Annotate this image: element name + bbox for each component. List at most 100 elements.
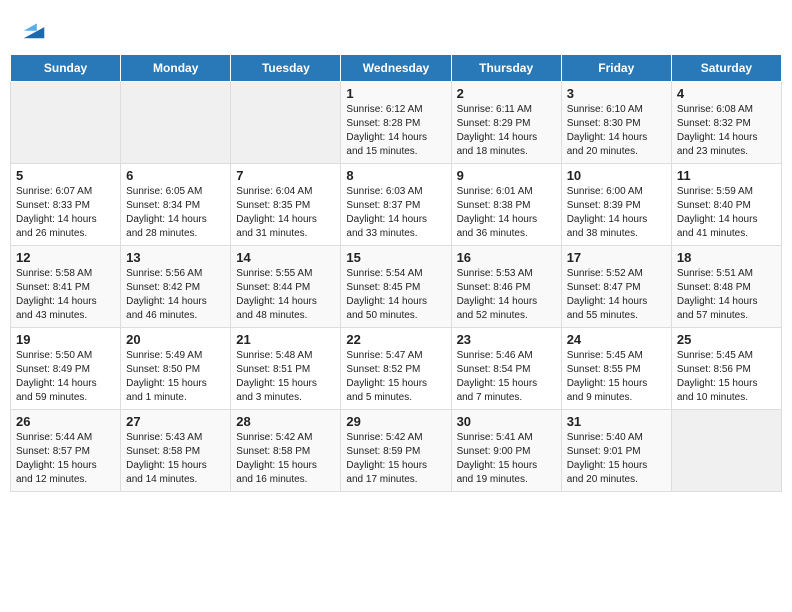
day-number: 4: [677, 86, 776, 101]
day-number: 9: [457, 168, 556, 183]
day-number: 5: [16, 168, 115, 183]
calendar-cell: 16 Sunrise: 5:53 AM Sunset: 8:46 PM Dayli…: [451, 246, 561, 328]
day-info: Sunrise: 6:12 AM Sunset: 8:28 PM Dayligh…: [346, 103, 445, 159]
page-header: [10, 10, 782, 46]
calendar-cell: 24Sunrise: 5:45 AM Sunset: 8:55 PM Dayli…: [561, 328, 671, 410]
day-number: 12: [16, 250, 115, 265]
day-info: Sunrise: 5:43 AM Sunset: 8:58 PM Dayligh…: [126, 431, 225, 487]
calendar-cell: 19 Sunrise: 5:50 AM Sunset: 8:49 PM Dayli…: [11, 328, 121, 410]
day-number: 13: [126, 250, 225, 265]
day-info: Sunrise: 6:00 AM Sunset: 8:39 PM Dayligh…: [567, 185, 666, 241]
day-info: Sunrise: 5:42 AM Sunset: 8:58 PM Dayligh…: [236, 431, 335, 487]
calendar-cell: 10Sunrise: 6:00 AM Sunset: 8:39 PM Dayli…: [561, 164, 671, 246]
day-header-thursday: Thursday: [451, 55, 561, 82]
day-info: Sunrise: 5:50 AM Sunset: 8:49 PM Dayligh…: [16, 349, 115, 405]
day-info: Sunrise: 6:05 AM Sunset: 8:34 PM Dayligh…: [126, 185, 225, 241]
day-number: 19: [16, 332, 115, 347]
calendar-cell: 13 Sunrise: 5:56 AM Sunset: 8:42 PM Dayli…: [121, 246, 231, 328]
day-info: Sunrise: 5:42 AM Sunset: 8:59 PM Dayligh…: [346, 431, 445, 487]
day-header-saturday: Saturday: [671, 55, 781, 82]
day-info: Sunrise: 5:44 AM Sunset: 8:57 PM Dayligh…: [16, 431, 115, 487]
day-info: Sunrise: 5:45 AM Sunset: 8:55 PM Dayligh…: [567, 349, 666, 405]
calendar-cell: 22Sunrise: 5:47 AM Sunset: 8:52 PM Dayli…: [341, 328, 451, 410]
day-number: 29: [346, 414, 445, 429]
day-info: Sunrise: 5:56 AM Sunset: 8:42 PM Dayligh…: [126, 267, 225, 323]
day-info: Sunrise: 6:07 AM Sunset: 8:33 PM Dayligh…: [16, 185, 115, 241]
logo: [18, 14, 48, 42]
calendar-cell: 8 Sunrise: 6:03 AM Sunset: 8:37 PM Daylig…: [341, 164, 451, 246]
day-info: Sunrise: 6:08 AM Sunset: 8:32 PM Dayligh…: [677, 103, 776, 159]
day-info: Sunrise: 5:49 AM Sunset: 8:50 PM Dayligh…: [126, 349, 225, 405]
calendar-cell: 27 Sunrise: 5:43 AM Sunset: 8:58 PM Dayli…: [121, 410, 231, 492]
day-info: Sunrise: 5:53 AM Sunset: 8:46 PM Dayligh…: [457, 267, 556, 323]
calendar-cell: 31Sunrise: 5:40 AM Sunset: 9:01 PM Dayli…: [561, 410, 671, 492]
day-header-monday: Monday: [121, 55, 231, 82]
calendar-cell: 11 Sunrise: 5:59 AM Sunset: 8:40 PM Dayli…: [671, 164, 781, 246]
day-header-friday: Friday: [561, 55, 671, 82]
day-number: 16: [457, 250, 556, 265]
day-info: Sunrise: 5:46 AM Sunset: 8:54 PM Dayligh…: [457, 349, 556, 405]
day-info: Sunrise: 6:04 AM Sunset: 8:35 PM Dayligh…: [236, 185, 335, 241]
day-number: 1: [346, 86, 445, 101]
day-number: 8: [346, 168, 445, 183]
calendar-cell: 29 Sunrise: 5:42 AM Sunset: 8:59 PM Dayli…: [341, 410, 451, 492]
calendar-cell: 3Sunrise: 6:10 AM Sunset: 8:30 PM Daylig…: [561, 82, 671, 164]
calendar-cell: 28 Sunrise: 5:42 AM Sunset: 8:58 PM Dayli…: [231, 410, 341, 492]
calendar-week-5: 26 Sunrise: 5:44 AM Sunset: 8:57 PM Dayli…: [11, 410, 782, 492]
day-info: Sunrise: 5:47 AM Sunset: 8:52 PM Dayligh…: [346, 349, 445, 405]
day-number: 26: [16, 414, 115, 429]
day-number: 2: [457, 86, 556, 101]
day-info: Sunrise: 5:51 AM Sunset: 8:48 PM Dayligh…: [677, 267, 776, 323]
calendar-cell: [121, 82, 231, 164]
day-number: 15: [346, 250, 445, 265]
day-info: Sunrise: 6:10 AM Sunset: 8:30 PM Dayligh…: [567, 103, 666, 159]
day-header-tuesday: Tuesday: [231, 55, 341, 82]
calendar-week-1: 1 Sunrise: 6:12 AM Sunset: 8:28 PM Daylig…: [11, 82, 782, 164]
day-info: Sunrise: 5:52 AM Sunset: 8:47 PM Dayligh…: [567, 267, 666, 323]
day-info: Sunrise: 6:01 AM Sunset: 8:38 PM Dayligh…: [457, 185, 556, 241]
day-info: Sunrise: 5:45 AM Sunset: 8:56 PM Dayligh…: [677, 349, 776, 405]
calendar-cell: 20 Sunrise: 5:49 AM Sunset: 8:50 PM Dayli…: [121, 328, 231, 410]
calendar-week-3: 12 Sunrise: 5:58 AM Sunset: 8:41 PM Dayli…: [11, 246, 782, 328]
calendar-cell: 23Sunrise: 5:46 AM Sunset: 8:54 PM Dayli…: [451, 328, 561, 410]
calendar-cell: 5 Sunrise: 6:07 AM Sunset: 8:33 PM Daylig…: [11, 164, 121, 246]
calendar-cell: 9 Sunrise: 6:01 AM Sunset: 8:38 PM Daylig…: [451, 164, 561, 246]
calendar-cell: 1 Sunrise: 6:12 AM Sunset: 8:28 PM Daylig…: [341, 82, 451, 164]
day-number: 11: [677, 168, 776, 183]
day-info: Sunrise: 5:55 AM Sunset: 8:44 PM Dayligh…: [236, 267, 335, 323]
day-number: 14: [236, 250, 335, 265]
day-header-wednesday: Wednesday: [341, 55, 451, 82]
day-info: Sunrise: 5:41 AM Sunset: 9:00 PM Dayligh…: [457, 431, 556, 487]
calendar-table: SundayMondayTuesdayWednesdayThursdayFrid…: [10, 54, 782, 492]
days-header-row: SundayMondayTuesdayWednesdayThursdayFrid…: [11, 55, 782, 82]
calendar-cell: 6 Sunrise: 6:05 AM Sunset: 8:34 PM Daylig…: [121, 164, 231, 246]
calendar-week-4: 19 Sunrise: 5:50 AM Sunset: 8:49 PM Dayli…: [11, 328, 782, 410]
day-number: 7: [236, 168, 335, 183]
day-info: Sunrise: 5:40 AM Sunset: 9:01 PM Dayligh…: [567, 431, 666, 487]
calendar-cell: 15 Sunrise: 5:54 AM Sunset: 8:45 PM Dayli…: [341, 246, 451, 328]
calendar-cell: 14 Sunrise: 5:55 AM Sunset: 8:44 PM Dayli…: [231, 246, 341, 328]
day-number: 6: [126, 168, 225, 183]
day-info: Sunrise: 5:58 AM Sunset: 8:41 PM Dayligh…: [16, 267, 115, 323]
day-number: 28: [236, 414, 335, 429]
day-info: Sunrise: 6:03 AM Sunset: 8:37 PM Dayligh…: [346, 185, 445, 241]
calendar-cell: 12 Sunrise: 5:58 AM Sunset: 8:41 PM Dayli…: [11, 246, 121, 328]
calendar-cell: [11, 82, 121, 164]
day-number: 17: [567, 250, 666, 265]
calendar-cell: 18Sunrise: 5:51 AM Sunset: 8:48 PM Dayli…: [671, 246, 781, 328]
calendar-cell: [671, 410, 781, 492]
day-number: 20: [126, 332, 225, 347]
calendar-cell: 30 Sunrise: 5:41 AM Sunset: 9:00 PM Dayli…: [451, 410, 561, 492]
day-info: Sunrise: 5:54 AM Sunset: 8:45 PM Dayligh…: [346, 267, 445, 323]
calendar-cell: 25Sunrise: 5:45 AM Sunset: 8:56 PM Dayli…: [671, 328, 781, 410]
day-number: 27: [126, 414, 225, 429]
logo-icon: [20, 14, 48, 42]
day-number: 30: [457, 414, 556, 429]
day-info: Sunrise: 5:59 AM Sunset: 8:40 PM Dayligh…: [677, 185, 776, 241]
day-header-sunday: Sunday: [11, 55, 121, 82]
calendar-cell: 4 Sunrise: 6:08 AM Sunset: 8:32 PM Daylig…: [671, 82, 781, 164]
calendar-cell: 21Sunrise: 5:48 AM Sunset: 8:51 PM Dayli…: [231, 328, 341, 410]
calendar-cell: 7 Sunrise: 6:04 AM Sunset: 8:35 PM Daylig…: [231, 164, 341, 246]
calendar-week-2: 5 Sunrise: 6:07 AM Sunset: 8:33 PM Daylig…: [11, 164, 782, 246]
day-info: Sunrise: 6:11 AM Sunset: 8:29 PM Dayligh…: [457, 103, 556, 159]
